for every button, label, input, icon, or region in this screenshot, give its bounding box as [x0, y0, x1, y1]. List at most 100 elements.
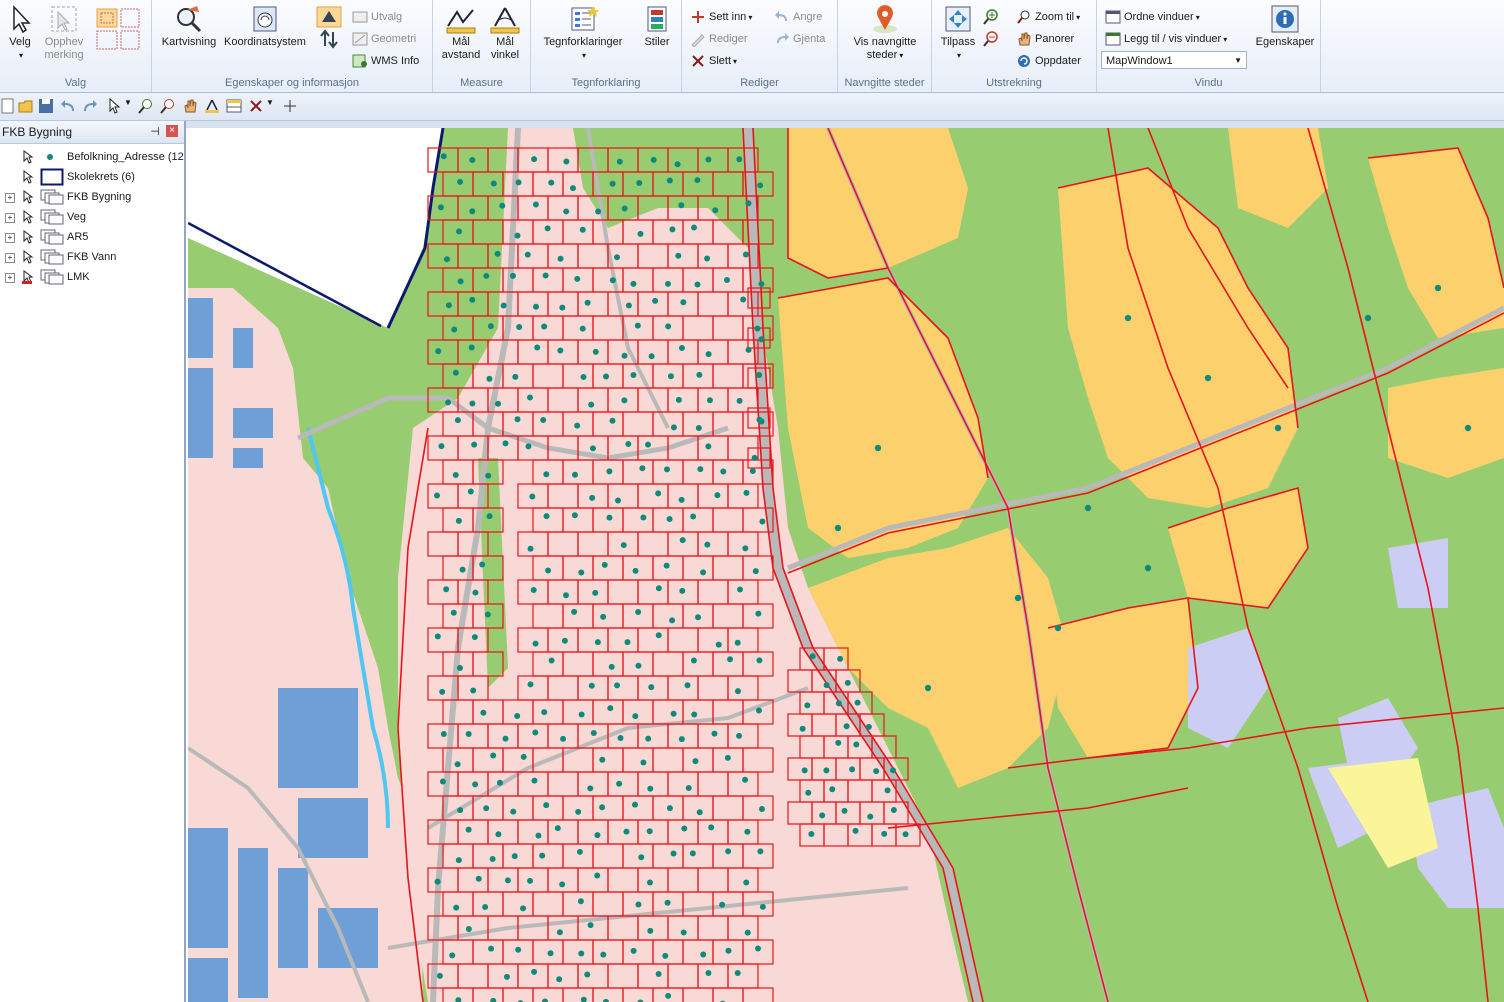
- address-point[interactable]: [700, 951, 707, 958]
- koordinatsystem-button[interactable]: Koordinatsystem: [222, 4, 308, 49]
- address-point[interactable]: [754, 325, 761, 332]
- address-point[interactable]: [1014, 594, 1022, 602]
- address-point[interactable]: [452, 369, 459, 376]
- utvalg-button[interactable]: Utvalg: [352, 8, 402, 26]
- zoom-til-button[interactable]: Zoom til ▾: [1016, 8, 1080, 26]
- address-point[interactable]: [531, 968, 538, 975]
- address-point[interactable]: [758, 336, 765, 343]
- address-point[interactable]: [524, 251, 531, 258]
- address-point[interactable]: [509, 272, 516, 279]
- address-point[interactable]: [465, 925, 472, 932]
- address-point[interactable]: [617, 734, 624, 741]
- address-point[interactable]: [541, 709, 548, 716]
- address-point[interactable]: [587, 785, 594, 792]
- address-point[interactable]: [514, 232, 521, 239]
- address-point[interactable]: [708, 824, 715, 831]
- address-point[interactable]: [457, 178, 464, 185]
- new-file-icon[interactable]: [0, 98, 16, 114]
- address-point[interactable]: [705, 970, 712, 977]
- expand-icon[interactable]: +: [5, 213, 15, 223]
- address-point[interactable]: [723, 276, 730, 283]
- address-point[interactable]: [695, 424, 702, 431]
- address-point[interactable]: [635, 608, 642, 615]
- address-point[interactable]: [757, 182, 764, 189]
- angre-button[interactable]: Angre: [774, 8, 822, 26]
- address-point[interactable]: [609, 277, 616, 284]
- address-point[interactable]: [759, 518, 766, 525]
- address-point[interactable]: [541, 323, 548, 330]
- address-point[interactable]: [471, 634, 478, 641]
- address-point[interactable]: [664, 466, 671, 473]
- address-point[interactable]: [755, 945, 762, 952]
- address-point[interactable]: [479, 561, 486, 568]
- address-point[interactable]: [455, 857, 462, 864]
- address-point[interactable]: [594, 872, 601, 879]
- address-point[interactable]: [589, 445, 596, 452]
- address-point[interactable]: [531, 156, 538, 163]
- address-point[interactable]: [516, 323, 523, 330]
- address-point[interactable]: [664, 280, 671, 287]
- address-point[interactable]: [540, 417, 547, 424]
- address-point[interactable]: [559, 881, 566, 888]
- address-point[interactable]: [692, 758, 699, 765]
- address-point[interactable]: [504, 877, 511, 884]
- sett-inn-button[interactable]: Sett inn ▾: [690, 8, 752, 26]
- address-point[interactable]: [742, 545, 749, 552]
- address-point[interactable]: [1204, 374, 1212, 382]
- address-point[interactable]: [584, 299, 591, 306]
- address-point[interactable]: [495, 831, 502, 838]
- address-point[interactable]: [679, 587, 686, 594]
- address-point[interactable]: [614, 682, 621, 689]
- address-point[interactable]: [578, 569, 585, 576]
- redo-icon[interactable]: [82, 98, 98, 114]
- address-point[interactable]: [434, 492, 441, 499]
- address-point[interactable]: [608, 663, 615, 670]
- tegnforklaringer-button[interactable]: Tegnforklaringer ▾: [535, 4, 631, 62]
- address-point[interactable]: [639, 465, 646, 472]
- address-point[interactable]: [472, 589, 479, 596]
- tilpass-button[interactable]: Tilpass ▾: [936, 4, 980, 62]
- address-point[interactable]: [559, 304, 566, 311]
- address-point[interactable]: [532, 729, 539, 736]
- address-point[interactable]: [556, 929, 563, 936]
- address-point[interactable]: [490, 752, 497, 759]
- address-point[interactable]: [691, 711, 698, 718]
- address-point[interactable]: [434, 878, 441, 885]
- address-point[interactable]: [454, 417, 461, 424]
- address-point[interactable]: [694, 281, 701, 288]
- address-point[interactable]: [689, 850, 696, 857]
- address-point[interactable]: [743, 879, 750, 886]
- address-point[interactable]: [470, 687, 477, 694]
- address-point[interactable]: [705, 156, 712, 163]
- map-graphic[interactable]: [188, 128, 1504, 1002]
- address-point[interactable]: [520, 905, 527, 912]
- address-point[interactable]: [636, 180, 643, 187]
- address-point[interactable]: [655, 585, 662, 592]
- chevron-down-icon[interactable]: ▼: [266, 98, 274, 107]
- address-point[interactable]: [574, 275, 581, 282]
- address-point[interactable]: [490, 180, 497, 187]
- address-point[interactable]: [719, 901, 726, 908]
- address-point[interactable]: [443, 586, 450, 593]
- address-point[interactable]: [890, 806, 897, 813]
- crosshair-icon[interactable]: [282, 98, 298, 114]
- address-point[interactable]: [841, 807, 848, 814]
- address-point[interactable]: [637, 230, 644, 237]
- address-point[interactable]: [578, 950, 585, 957]
- address-point[interactable]: [609, 180, 616, 187]
- address-point[interactable]: [670, 424, 677, 431]
- address-point[interactable]: [449, 952, 456, 959]
- select-arrow-icon[interactable]: [22, 250, 34, 264]
- address-point[interactable]: [469, 208, 476, 215]
- address-point[interactable]: [678, 345, 685, 352]
- address-point[interactable]: [454, 761, 461, 768]
- expand-icon[interactable]: +: [5, 253, 15, 263]
- address-point[interactable]: [615, 497, 622, 504]
- address-point[interactable]: [647, 927, 654, 934]
- address-point[interactable]: [745, 200, 752, 207]
- address-point[interactable]: [589, 494, 596, 501]
- address-point[interactable]: [854, 699, 861, 706]
- address-point[interactable]: [495, 400, 502, 407]
- address-point[interactable]: [1084, 504, 1092, 512]
- address-point[interactable]: [736, 732, 743, 739]
